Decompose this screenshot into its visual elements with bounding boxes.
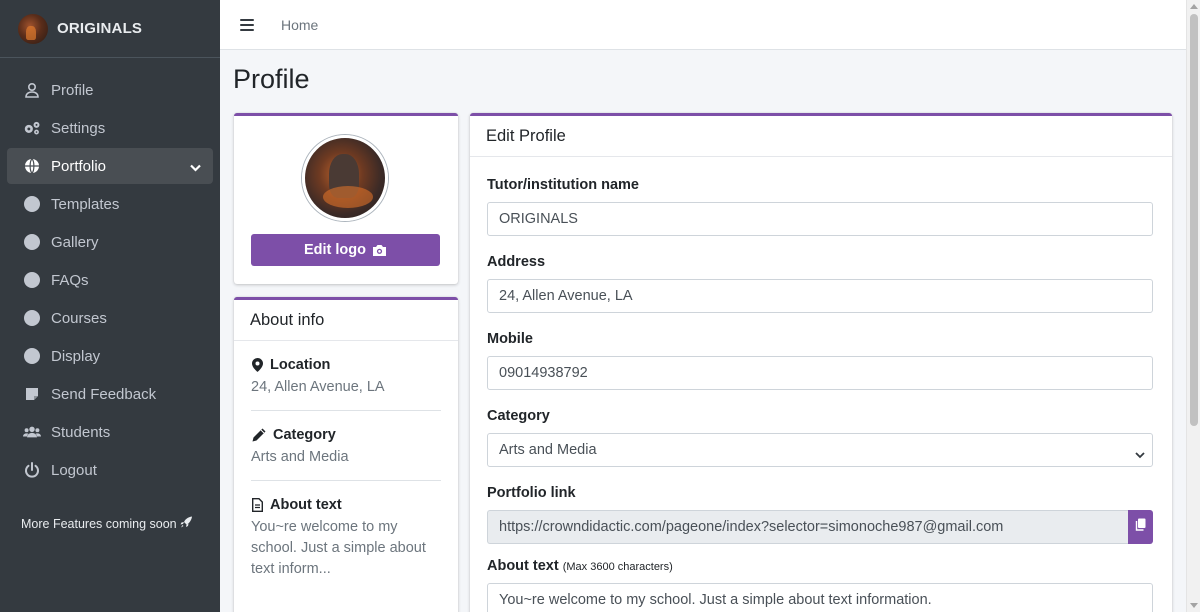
user-icon — [23, 81, 41, 99]
sidebar-item-label: Courses — [51, 309, 107, 327]
logo-card: Edit logo — [234, 113, 458, 284]
brand-name: ORIGINALS — [57, 20, 143, 37]
sidebar-item-logout[interactable]: Logout — [7, 452, 213, 488]
mobile-label: Mobile — [487, 331, 533, 347]
circle-icon — [23, 347, 41, 365]
about-value: You~re welcome to my school. Just a simp… — [251, 519, 426, 577]
circle-icon — [23, 309, 41, 327]
file-text-icon — [251, 498, 263, 512]
sidebar-item-settings[interactable]: Settings — [7, 110, 213, 146]
category-select-value: Arts and Media — [487, 433, 1153, 467]
portfolio-link-label: Portfolio link — [487, 485, 576, 501]
about-text-label: About text (Max 3600 characters) — [487, 558, 1155, 574]
form-group-mobile: Mobile 09014938792 — [487, 331, 1155, 390]
copy-link-button[interactable] — [1128, 510, 1153, 544]
sidebar-item-label: Gallery — [51, 233, 99, 251]
edit-profile-title: Edit Profile — [470, 116, 1172, 157]
sidebar-item-label: Students — [51, 423, 111, 441]
sidebar-item-courses[interactable]: Courses — [7, 300, 213, 336]
edit-logo-button[interactable]: Edit logo — [251, 234, 440, 266]
power-icon — [23, 461, 41, 479]
topbar: Home — [220, 0, 1186, 50]
sidebar-item-templates[interactable]: Templates — [7, 186, 213, 222]
scroll-down-arrow[interactable] — [1190, 603, 1198, 608]
sidebar-item-label: Settings — [51, 119, 106, 137]
form-group-address: Address 24, Allen Avenue, LA — [487, 254, 1155, 313]
sidebar-item-label: Send Feedback — [51, 385, 157, 403]
about-text-label-text: About text — [487, 558, 559, 574]
home-link[interactable]: Home — [281, 17, 318, 33]
about-label: Location — [270, 357, 331, 373]
profile-logo-image — [302, 135, 388, 221]
name-label: Tutor/institution name — [487, 177, 639, 193]
address-label: Address — [487, 254, 546, 270]
category-label: Category — [487, 408, 550, 424]
sidebar-item-label: Display — [51, 347, 101, 365]
sidebar-item-display[interactable]: Display — [7, 338, 213, 374]
gears-icon — [23, 119, 41, 137]
sidebar-item-label: Portfolio — [51, 157, 107, 175]
copy-icon — [1135, 518, 1146, 536]
chevron-down-icon — [190, 159, 201, 176]
portfolio-link-input[interactable]: https://crowndidactic.com/pageone/index?… — [487, 510, 1128, 544]
globe-icon — [23, 157, 41, 175]
menu-toggle-icon[interactable] — [240, 18, 254, 31]
edit-logo-label: Edit logo — [303, 242, 366, 258]
sidebar-item-portfolio[interactable]: Portfolio — [7, 148, 213, 184]
sidebar-item-faqs[interactable]: FAQs — [7, 262, 213, 298]
scroll-up-arrow[interactable] — [1190, 4, 1198, 9]
circle-icon — [23, 233, 41, 251]
form-group-category: Category Arts and Media — [487, 408, 1155, 467]
edit-profile-card: Edit Profile Tutor/institution name ORIG… — [470, 113, 1172, 612]
form-group-name: Tutor/institution name ORIGINALS — [487, 177, 1155, 236]
sidebar-item-label: Profile — [51, 81, 94, 99]
chevron-down-icon — [1135, 446, 1145, 464]
brand-logo — [18, 13, 48, 44]
sidebar-item-send-feedback[interactable]: Send Feedback — [7, 376, 213, 412]
sidebar-item-label: Templates — [51, 195, 120, 213]
about-label: Category — [273, 427, 336, 443]
about-value: 24, Allen Avenue, LA — [251, 379, 385, 395]
about-item-category: Category Arts and Media — [251, 411, 441, 481]
pencil-icon — [251, 428, 266, 442]
sidebar-item-students[interactable]: Students — [7, 414, 213, 450]
about-info-title: About info — [234, 300, 458, 341]
scroll-thumb[interactable] — [1190, 14, 1198, 426]
institution-name-input[interactable]: ORIGINALS — [487, 202, 1153, 236]
sidebar-item-profile[interactable]: Profile — [7, 72, 213, 108]
sidebar-item-label: FAQs — [51, 271, 89, 289]
category-select[interactable]: Arts and Media — [487, 433, 1155, 467]
form-group-portfolio-link: Portfolio link https://crowndidactic.com… — [487, 485, 1155, 544]
about-text-textarea[interactable]: You~re welcome to my school. Just a simp… — [487, 583, 1153, 612]
users-icon — [23, 423, 41, 441]
sidebar: ORIGINALS Profile Settings Portfolio Tem… — [0, 0, 220, 612]
about-info-card: About info Location 24, Allen Avenue, LA… — [234, 297, 458, 612]
sidebar-nav: Profile Settings Portfolio Templates Gal… — [0, 58, 220, 488]
sidebar-item-label: Logout — [51, 461, 97, 479]
more-features-text: More Features coming soon — [21, 517, 177, 531]
about-value: Arts and Media — [251, 449, 349, 465]
page-title: Profile — [233, 64, 310, 94]
camera-icon — [372, 244, 387, 257]
about-item-location: Location 24, Allen Avenue, LA — [251, 341, 441, 411]
address-input[interactable]: 24, Allen Avenue, LA — [487, 279, 1153, 313]
about-item-about-text: About text You~re welcome to my school. … — [251, 481, 441, 592]
mobile-input[interactable]: 09014938792 — [487, 356, 1153, 390]
about-label: About text — [270, 497, 342, 513]
map-marker-icon — [251, 358, 263, 372]
brand[interactable]: ORIGINALS — [0, 0, 220, 58]
about-text-hint: (Max 3600 characters) — [562, 561, 673, 573]
form-group-about-text: About text (Max 3600 characters) You~re … — [487, 558, 1155, 612]
circle-icon — [23, 271, 41, 289]
sidebar-item-gallery[interactable]: Gallery — [7, 224, 213, 260]
rocket-icon — [180, 516, 193, 531]
page-scrollbar[interactable] — [1186, 0, 1200, 612]
circle-icon — [23, 195, 41, 213]
sticky-note-icon — [23, 385, 41, 403]
more-features-note: More Features coming soon — [21, 516, 193, 531]
